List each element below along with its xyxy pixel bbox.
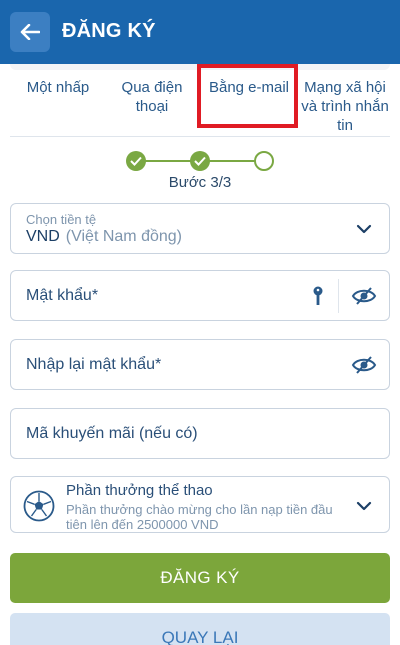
tab-one-click[interactable]: Một nhấp — [18, 78, 98, 97]
confirm-password-placeholder: Nhập lại mật khẩu* — [26, 356, 162, 373]
bonus-select[interactable]: Phần thưởng thể thao Phần thưởng chào mừ… — [10, 476, 390, 533]
step-completed — [190, 151, 210, 171]
password-placeholder: Mật khẩu* — [26, 287, 99, 304]
currency-name: (Việt Nam đồng) — [65, 228, 182, 245]
password-field[interactable]: Mật khẩu* — [10, 270, 390, 321]
arrow-left-icon — [20, 24, 40, 40]
soccer-ball-icon — [23, 490, 55, 522]
step-current — [254, 151, 274, 171]
email-tab-highlight-box — [197, 64, 298, 128]
currency-select[interactable]: Chọn tiền tệ VND (Việt Nam đồng) — [10, 203, 390, 254]
separator — [338, 279, 339, 313]
check-icon — [130, 156, 142, 166]
eye-slash-icon[interactable] — [351, 355, 377, 375]
currency-code: VND — [26, 228, 60, 245]
page-title: ĐĂNG KÝ — [62, 20, 156, 42]
step-label: Bước 3/3 — [168, 174, 232, 191]
chevron-down-icon — [356, 501, 372, 511]
promo-code-placeholder: Mã khuyến mãi (nếu có) — [26, 425, 198, 442]
promo-code-field[interactable]: Mã khuyến mãi (nếu có) — [10, 408, 390, 459]
bonus-title: Phần thưởng thể thao — [66, 482, 213, 499]
currency-value: VND (Việt Nam đồng) — [26, 228, 182, 246]
currency-label: Chọn tiền tệ — [26, 212, 97, 227]
tab-phone[interactable]: Qua điện thoại — [104, 78, 200, 116]
key-icon[interactable] — [311, 285, 325, 307]
back-button-bottom[interactable]: QUAY LẠI — [10, 613, 390, 645]
tabs-divider — [10, 136, 390, 137]
register-button[interactable]: ĐĂNG KÝ — [10, 553, 390, 603]
eye-slash-icon[interactable] — [351, 286, 377, 306]
step-completed — [126, 151, 146, 171]
tab-social[interactable]: Mạng xã hội và trình nhắn tin — [298, 78, 392, 135]
top-bar: ĐĂNG KÝ — [0, 0, 400, 64]
progress-stepper — [126, 150, 276, 172]
chevron-down-icon — [356, 224, 372, 234]
back-button[interactable] — [10, 12, 50, 52]
check-icon — [194, 156, 206, 166]
confirm-password-field[interactable]: Nhập lại mật khẩu* — [10, 339, 390, 390]
bonus-description: Phần thưởng chào mừng cho lần nạp tiền đ… — [66, 502, 333, 532]
